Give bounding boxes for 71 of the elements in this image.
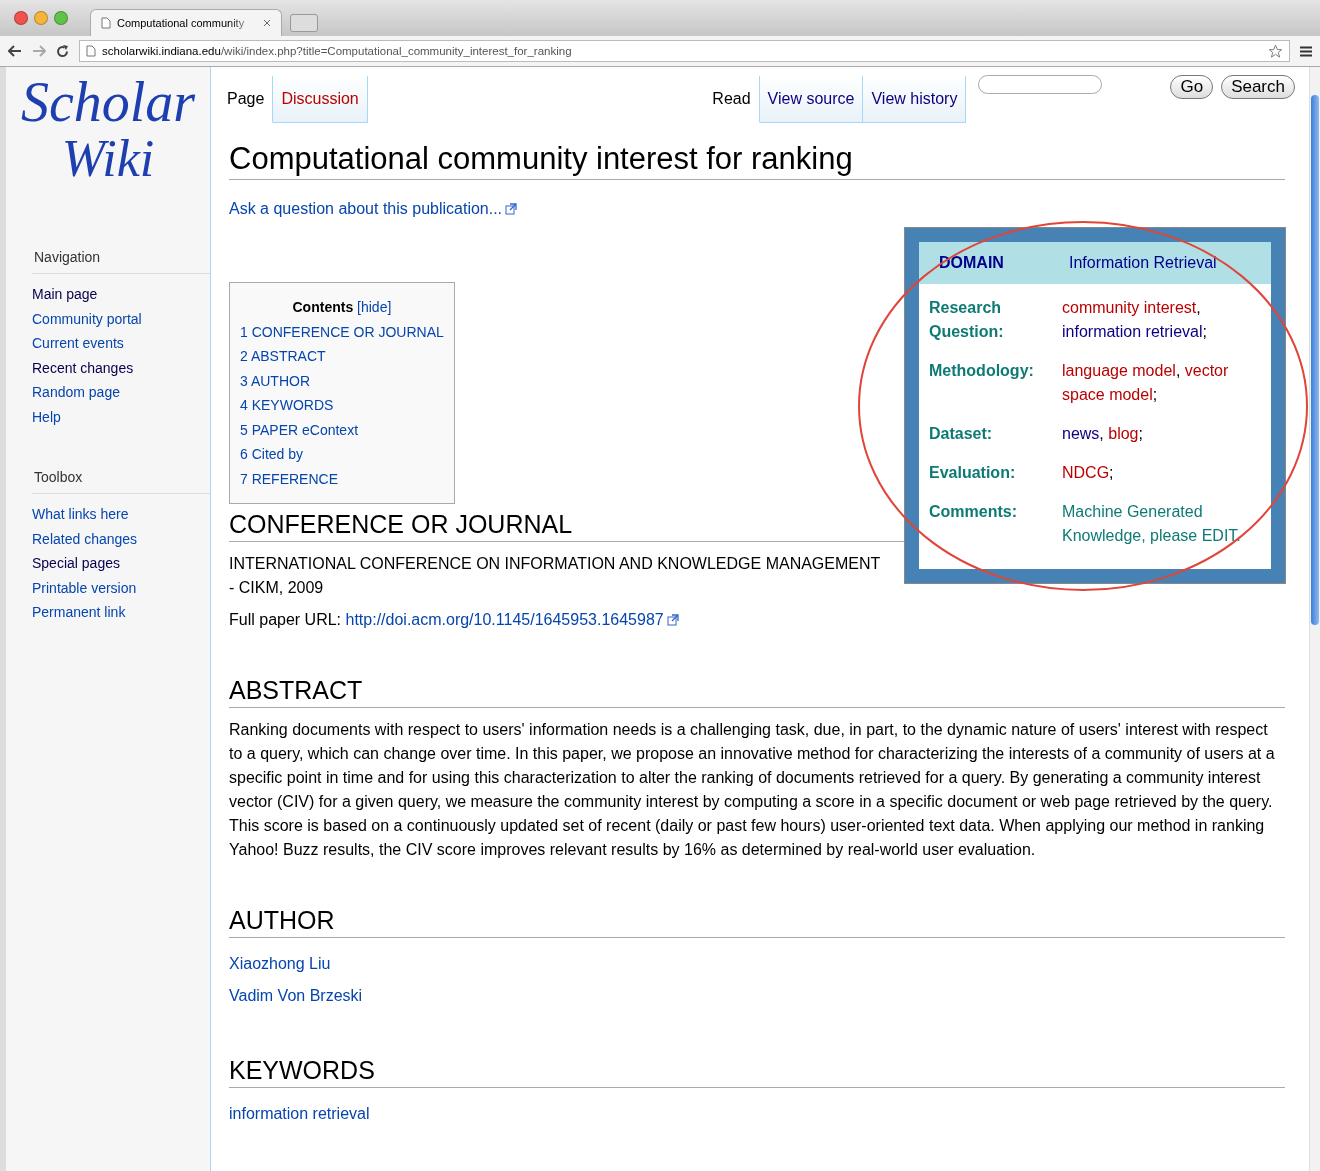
sidebar-link[interactable]: Current events: [32, 331, 210, 356]
page-icon: [101, 17, 111, 29]
search-button[interactable]: Search: [1221, 75, 1295, 99]
window-close-button[interactable]: [14, 11, 28, 25]
new-tab-button[interactable]: [290, 14, 318, 32]
close-icon[interactable]: [263, 19, 271, 27]
infobox-label: Evaluation:: [929, 463, 1017, 483]
contents-link[interactable]: 4 KEYWORDS: [240, 393, 444, 418]
contents-link[interactable]: 6 Cited by: [240, 442, 444, 467]
browser-tab[interactable]: Computational community: [90, 9, 282, 36]
wiki-link[interactable]: Xiaozhong Liu: [229, 955, 331, 972]
infobox-value: community interest, information retrieval;: [1062, 298, 1208, 342]
sidebar-link[interactable]: Special pages: [32, 551, 210, 576]
section-heading: ABSTRACT: [229, 676, 1285, 708]
search-field[interactable]: [978, 75, 1103, 94]
view-tab[interactable]: View history: [863, 76, 967, 123]
menu-icon[interactable]: [1300, 45, 1312, 57]
sidebar-link[interactable]: Random page: [32, 380, 210, 405]
page-tab[interactable]: Discussion: [273, 76, 368, 123]
contents-title: Contents: [292, 299, 354, 315]
forward-icon[interactable]: [32, 45, 46, 57]
contents-link[interactable]: 3 AUTHOR: [240, 368, 444, 393]
section-heading: AUTHOR: [229, 906, 1285, 938]
sidebar-link[interactable]: Help: [32, 404, 210, 429]
back-icon[interactable]: [8, 45, 22, 57]
sidebar-link[interactable]: What links here: [32, 502, 210, 527]
sidebar-heading: Toolbox: [32, 463, 210, 494]
wiki-logo[interactable]: Scholar Wiki: [6, 73, 210, 223]
sidebar-link[interactable]: Related changes: [32, 526, 210, 551]
paper-url-link[interactable]: http://doi.acm.org/10.1145/1645953.1645987: [345, 611, 679, 628]
domain-label: DOMAIN: [939, 254, 1005, 272]
contents-link[interactable]: 7 REFERENCE: [240, 466, 444, 491]
view-tab[interactable]: View source: [759, 76, 864, 123]
address-bar[interactable]: scholarwiki.indiana.edu/wiki/index.php?title=Computational_community_interest_for_ranking: [79, 40, 1290, 62]
page-title: Computational community interest for ranking: [229, 141, 1285, 180]
page-icon: [86, 45, 96, 57]
wiki-link[interactable]: information retrieval: [229, 1105, 370, 1122]
paragraph: Ranking documents with respect to users' information needs is a challenging task, due, in part, to the dynamic nature of users' interest with respect to a query, which can change over time. In this paper, we propose an innovative method for characterizing the interests of a community of users at a specific point in time and for using this characterization to alter the ranking of documents retrieved for a query. By generating a community interest vector (CIV) for a given query, we measure the community interest by computing a score in a specific document or web page retrieved by the query. This score is based on a continuously updated set of recent (daily or past few hours) user-oriented text data. When applying our method in ranking Yahoo! Buzz results, the CIV score improves relevant results by 16% as determined by real-world user evaluation.: [229, 720, 1276, 860]
url-label: Full paper URL:: [229, 611, 342, 628]
infobox-label: Comments:: [929, 502, 1018, 522]
sidebar-link[interactable]: Main page: [32, 282, 210, 307]
sidebar-link[interactable]: Community portal: [32, 306, 210, 331]
infobox-label: Methodology:: [929, 361, 1035, 381]
scrollbar-thumb[interactable]: [1311, 95, 1319, 625]
sidebar-link[interactable]: Printable version: [32, 575, 210, 600]
sidebar-heading: Navigation: [32, 243, 210, 274]
star-icon[interactable]: [1268, 43, 1283, 59]
infobox-label: Research Question:: [929, 298, 1005, 342]
hide-link[interactable]: [hide]: [357, 299, 392, 315]
window-minimize-button[interactable]: [34, 11, 48, 25]
sidebar-link[interactable]: Recent changes: [32, 355, 210, 380]
reload-icon[interactable]: [56, 44, 69, 58]
infobox-value: Machine Generated Knowledge, please EDIT.: [1062, 502, 1242, 546]
section-heading: KEYWORDS: [229, 1056, 1285, 1088]
infobox-value: language model, vector space model;: [1062, 361, 1230, 405]
external-link-icon: [505, 203, 518, 215]
contents-link[interactable]: 1 CONFERENCE OR JOURNAL: [240, 319, 444, 344]
domain-value: Information Retrieval: [1069, 254, 1218, 272]
window-zoom-button[interactable]: [54, 11, 68, 25]
paragraph: INTERNATIONAL CONFERENCE ON INFORMATION AND KNOWLEDGE MANAGEMENT - CIKM, 2009: [229, 554, 881, 598]
url-text: scholarwiki.indiana.edu/wiki/index.php?title=Computational_community_interest_for_ranking: [102, 45, 572, 57]
sidebar-link[interactable]: Permanent link: [32, 600, 210, 625]
ask-question-link[interactable]: Ask a question about this publication...: [229, 200, 518, 218]
infobox-value: NDCG;: [1062, 463, 1115, 483]
contents-link[interactable]: 5 PAPER eContext: [240, 417, 444, 442]
external-link-icon: [666, 614, 679, 626]
infobox-label: Dataset:: [929, 424, 994, 444]
contents-link[interactable]: 2 ABSTRACT: [240, 344, 444, 369]
infobox-value: news, blog;: [1062, 424, 1144, 444]
wiki-link[interactable]: Vadim Von Brzeski: [229, 987, 363, 1004]
search-button[interactable]: Go: [1170, 75, 1214, 99]
